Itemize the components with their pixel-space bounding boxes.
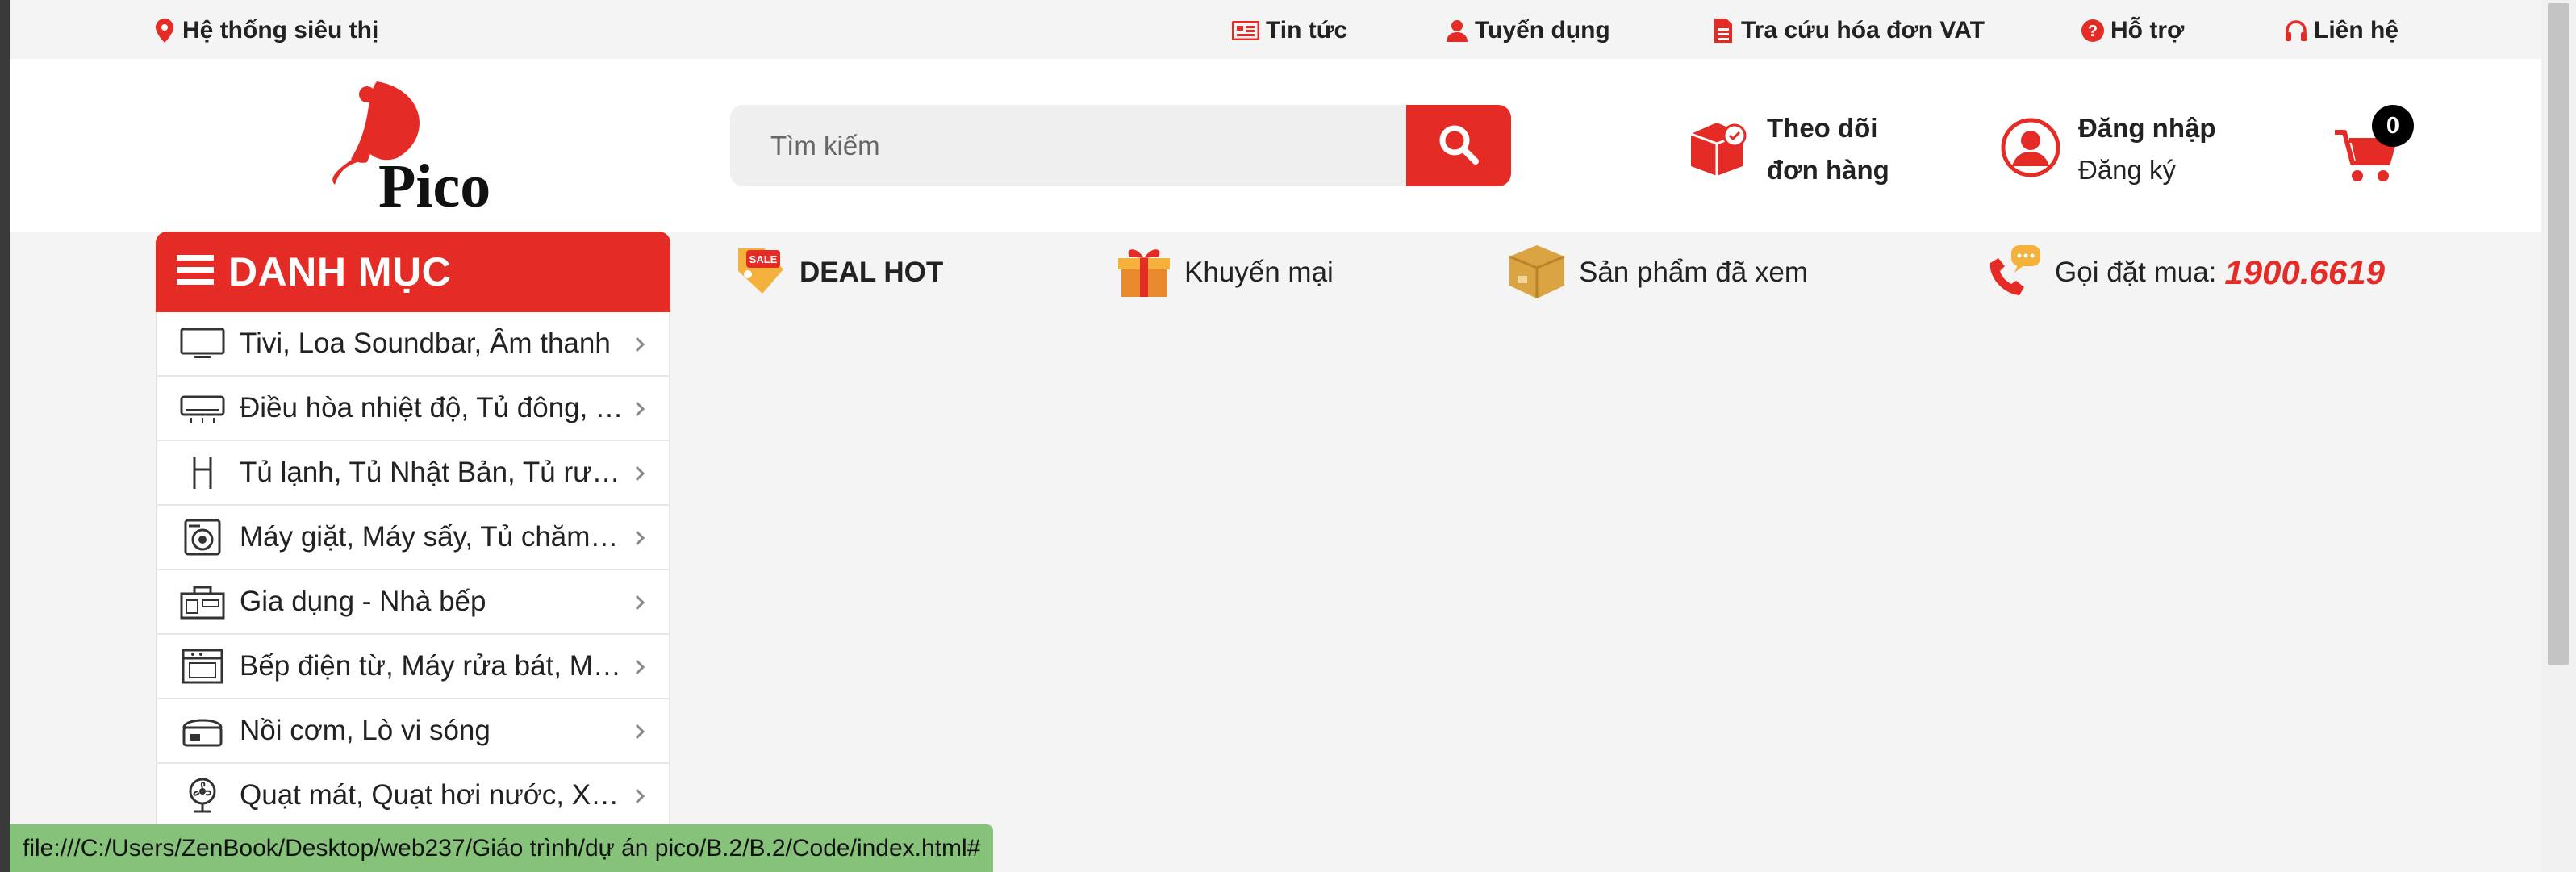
browser-status-bar: file:///C:/Users/ZenBook/Desktop/web237/… bbox=[10, 824, 994, 872]
vat-lookup-label: Tra cứu hóa đơn VAT bbox=[1741, 17, 1985, 44]
category-menu-toggle[interactable]: DANH MỤC bbox=[156, 232, 670, 312]
user-icon bbox=[1446, 17, 1468, 44]
store-system-label: Hệ thống siêu thị bbox=[182, 17, 379, 44]
sale-tag-icon: SALE bbox=[730, 242, 788, 304]
category-item[interactable]: Gia dụng - Nhà bếp bbox=[157, 570, 669, 635]
category-item-label: Nồi cơm, Lò vi sóng bbox=[240, 715, 491, 746]
recruitment-label: Tuyển dụng bbox=[1475, 17, 1610, 44]
support-label: Hỗ trợ bbox=[2110, 17, 2185, 44]
search-box bbox=[730, 105, 1511, 186]
hotline-label: Gọi đặt mua: bbox=[2055, 257, 2217, 288]
login-link[interactable]: Đăng nhập bbox=[2078, 107, 2216, 149]
hotline-link[interactable]: Gọi đặt mua: 1900.6619 bbox=[1982, 242, 2385, 303]
account-area: Đăng nhập Đăng ký bbox=[2001, 105, 2267, 194]
search-button[interactable] bbox=[1406, 105, 1511, 186]
category-item[interactable]: Quạt mát, Quạt hơi nước, Xe đạp bbox=[157, 764, 669, 828]
account-icon bbox=[2001, 118, 2060, 181]
chevron-right-icon bbox=[628, 591, 651, 614]
package-box-icon bbox=[1506, 242, 1568, 304]
category-item-label: Quạt mát, Quạt hơi nước, Xe đạp bbox=[240, 779, 625, 811]
pico-logo[interactable]: Pico bbox=[320, 81, 514, 220]
document-icon bbox=[1712, 17, 1735, 44]
tv-icon bbox=[178, 325, 227, 362]
deal-hot-link[interactable]: SALE DEAL HOT bbox=[730, 242, 943, 303]
logo-wordmark: Pico bbox=[378, 152, 491, 211]
search-icon bbox=[1437, 123, 1480, 169]
scrollbar-thumb[interactable] bbox=[2548, 3, 2569, 665]
vertical-scrollbar[interactable] bbox=[2541, 0, 2576, 872]
category-item[interactable]: Bếp điện từ, Máy rửa bát, Máy hút mùi bbox=[157, 635, 669, 699]
category-item-label: Gia dụng - Nhà bếp bbox=[240, 586, 486, 617]
contact-label: Liên hệ bbox=[2314, 17, 2399, 44]
track-order-link[interactable]: Theo dõi đơn hàng bbox=[1688, 105, 1946, 194]
map-pin-icon bbox=[153, 17, 176, 44]
promotion-link[interactable]: Khuyến mại bbox=[1115, 242, 1334, 303]
chevron-right-icon bbox=[628, 333, 651, 356]
category-item-label: Máy giặt, Máy sấy, Tủ chăm sóc quần áo bbox=[240, 521, 625, 553]
recruitment-link[interactable]: Tuyển dụng bbox=[1446, 15, 1610, 47]
contact-link[interactable]: Liên hệ bbox=[2285, 15, 2399, 47]
svg-text:?: ? bbox=[2088, 23, 2098, 40]
chevron-right-icon bbox=[628, 527, 651, 549]
hamburger-icon bbox=[177, 253, 214, 291]
track-order-text: Theo dõi đơn hàng bbox=[1767, 107, 1889, 191]
deal-hot-label: DEAL HOT bbox=[800, 257, 944, 288]
category-title: DANH MỤC bbox=[228, 249, 452, 294]
question-circle-icon: ? bbox=[2081, 17, 2104, 44]
delivery-box-icon bbox=[1688, 118, 1749, 181]
web-page: Hệ thống siêu thị Tin tức Tuyển dụng Tra… bbox=[10, 0, 2541, 872]
vat-lookup-link[interactable]: Tra cứu hóa đơn VAT bbox=[1712, 15, 1985, 47]
gift-icon bbox=[1115, 242, 1173, 304]
category-item[interactable]: Tủ lạnh, Tủ Nhật Bản, Tủ rượu bbox=[157, 441, 669, 506]
phone-chat-icon bbox=[1982, 242, 2044, 304]
rice-cooker-icon bbox=[178, 712, 227, 749]
stove-icon bbox=[178, 648, 227, 685]
category-list: Tivi, Loa Soundbar, Âm thanh Điều hòa nhi… bbox=[156, 312, 670, 872]
category-item-label: Tivi, Loa Soundbar, Âm thanh bbox=[240, 328, 611, 359]
search-input[interactable] bbox=[730, 105, 1406, 186]
fan-icon bbox=[178, 777, 227, 814]
track-order-line2: đơn hàng bbox=[1767, 155, 1889, 185]
air-conditioner-icon bbox=[178, 390, 227, 427]
chevron-right-icon bbox=[628, 656, 651, 678]
category-item[interactable]: Nồi cơm, Lò vi sóng bbox=[157, 699, 669, 764]
kitchen-icon bbox=[178, 583, 227, 620]
category-item-label: Điều hòa nhiệt độ, Tủ đông, Tủ mát bbox=[240, 392, 625, 423]
site-header: Pico Theo dõi đơn hàng bbox=[10, 59, 2541, 232]
svg-text:SALE: SALE bbox=[749, 253, 778, 265]
category-item[interactable]: Điều hòa nhiệt độ, Tủ đông, Tủ mát bbox=[157, 377, 669, 441]
hotline-number: 1900.6619 bbox=[2224, 253, 2385, 291]
viewed-products-link[interactable]: Sản phẩm đã xem bbox=[1506, 242, 1808, 303]
category-item[interactable]: Máy giặt, Máy sấy, Tủ chăm sóc quần áo bbox=[157, 506, 669, 570]
chevron-right-icon bbox=[628, 398, 651, 420]
category-item-label: Tủ lạnh, Tủ Nhật Bản, Tủ rượu bbox=[240, 457, 625, 488]
news-link[interactable]: Tin tức bbox=[1232, 15, 1347, 47]
chevron-right-icon bbox=[628, 720, 651, 743]
fridge-icon bbox=[178, 454, 227, 491]
newspaper-icon bbox=[1232, 17, 1259, 44]
viewed-products-label: Sản phẩm đã xem bbox=[1579, 257, 1809, 288]
cart-count-badge: 0 bbox=[2372, 105, 2414, 147]
headphones-icon bbox=[2285, 17, 2307, 44]
support-link[interactable]: ? Hỗ trợ bbox=[2081, 15, 2184, 47]
account-text: Đăng nhập Đăng ký bbox=[2078, 107, 2216, 191]
store-system-link[interactable]: Hệ thống siêu thị bbox=[153, 15, 378, 47]
washing-machine-icon bbox=[178, 519, 227, 556]
news-label: Tin tức bbox=[1266, 17, 1348, 44]
chevron-right-icon bbox=[628, 785, 651, 807]
top-utility-bar: Hệ thống siêu thị Tin tức Tuyển dụng Tra… bbox=[10, 0, 2541, 59]
register-link[interactable]: Đăng ký bbox=[2078, 149, 2216, 191]
chevron-right-icon bbox=[628, 462, 651, 485]
category-item[interactable]: Tivi, Loa Soundbar, Âm thanh bbox=[157, 312, 669, 377]
category-item-label: Bếp điện từ, Máy rửa bát, Máy hút mùi bbox=[240, 650, 625, 682]
promotion-label: Khuyến mại bbox=[1184, 257, 1334, 288]
cart-button[interactable]: 0 bbox=[2333, 103, 2430, 192]
track-order-line1: Theo dõi bbox=[1767, 113, 1878, 143]
